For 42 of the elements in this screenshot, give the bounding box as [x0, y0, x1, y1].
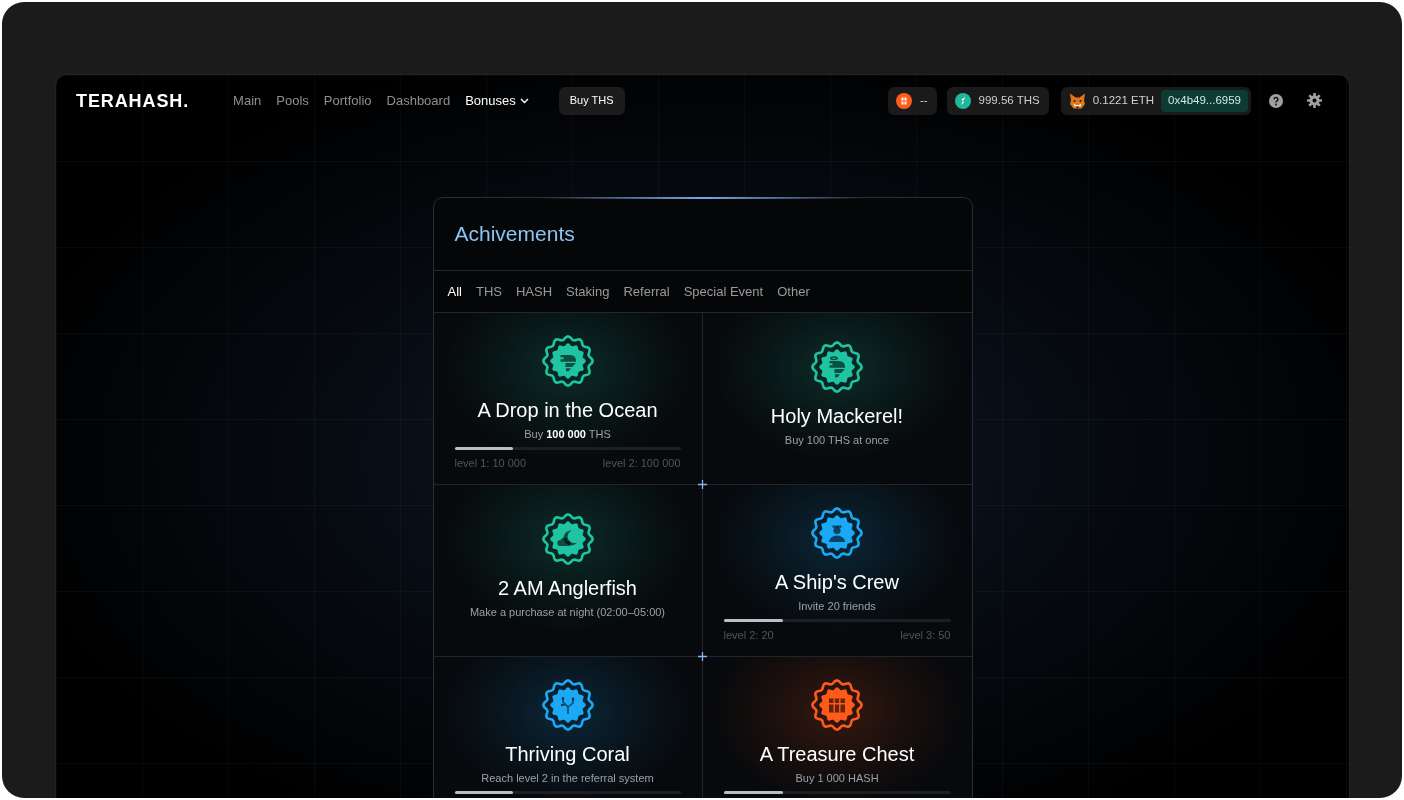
achievement-title: Holy Mackerel! — [770, 404, 904, 428]
level-label: level 2: 100 000 — [602, 456, 681, 470]
filter-tab[interactable]: HASH — [515, 281, 553, 302]
level-label: level 1: 10 000 — [454, 456, 527, 470]
achievement-description: Buy 100 THS at once — [784, 433, 890, 447]
achievement-description: Make a purchase at night (02:00–05:00) — [469, 605, 666, 619]
help-icon[interactable] — [1269, 93, 1283, 108]
logo: TERAHASH. — [76, 91, 190, 110]
achievement-title: A Ship's Crew — [775, 570, 899, 594]
nav-link[interactable]: Pools — [276, 90, 309, 111]
achievement-title: A Treasure Chest — [759, 742, 915, 766]
plus-icon — [697, 480, 707, 489]
plus-icon — [697, 652, 707, 661]
nav-link[interactable]: Dashboard — [386, 90, 451, 111]
filter-tab[interactable]: Special Event — [683, 281, 764, 302]
nav-link[interactable]: Portfolio — [323, 90, 372, 111]
nav-link[interactable]: Bonuses — [465, 90, 529, 111]
card-title: Achivements — [454, 221, 575, 248]
coin-icon — [895, 92, 912, 109]
fox-icon — [1068, 92, 1086, 109]
hash-balance-button[interactable]: -- — [887, 86, 937, 115]
buy-button[interactable]: Buy THS — [558, 86, 625, 115]
filter-tab[interactable]: All — [447, 281, 462, 302]
filter-tab[interactable]: Other — [777, 281, 810, 302]
eth-balance: 0.1221 ETH — [1092, 92, 1155, 108]
achievement-title: 2 AM Anglerfish — [498, 576, 637, 600]
achievement-description: Buy 100 000 THS — [524, 427, 611, 441]
achievement-title: A Drop in the Ocean — [477, 398, 658, 422]
achievement-description: Buy 1 000 HASH — [795, 771, 879, 785]
nav-link[interactable]: Main — [233, 90, 262, 111]
wallet-address-button[interactable]: 0x4b49...6959 — [1161, 89, 1248, 112]
settings-icon[interactable] — [1307, 93, 1322, 108]
level-label: level 2: 20 — [723, 628, 774, 642]
level-label: level 3: 50 — [900, 628, 951, 642]
achievement-title: Thriving Coral — [505, 742, 630, 766]
filter-tab[interactable]: THS — [475, 281, 502, 302]
ths-balance-button[interactable]: 999.56 THS — [946, 86, 1049, 115]
achievement-description: Reach level 2 in the referral system — [481, 771, 654, 785]
coin-icon — [954, 92, 971, 109]
filter-tab[interactable]: Staking — [566, 281, 610, 302]
filter-tab[interactable]: Referral — [623, 281, 670, 302]
achievement-description: Invite 20 friends — [798, 599, 876, 613]
